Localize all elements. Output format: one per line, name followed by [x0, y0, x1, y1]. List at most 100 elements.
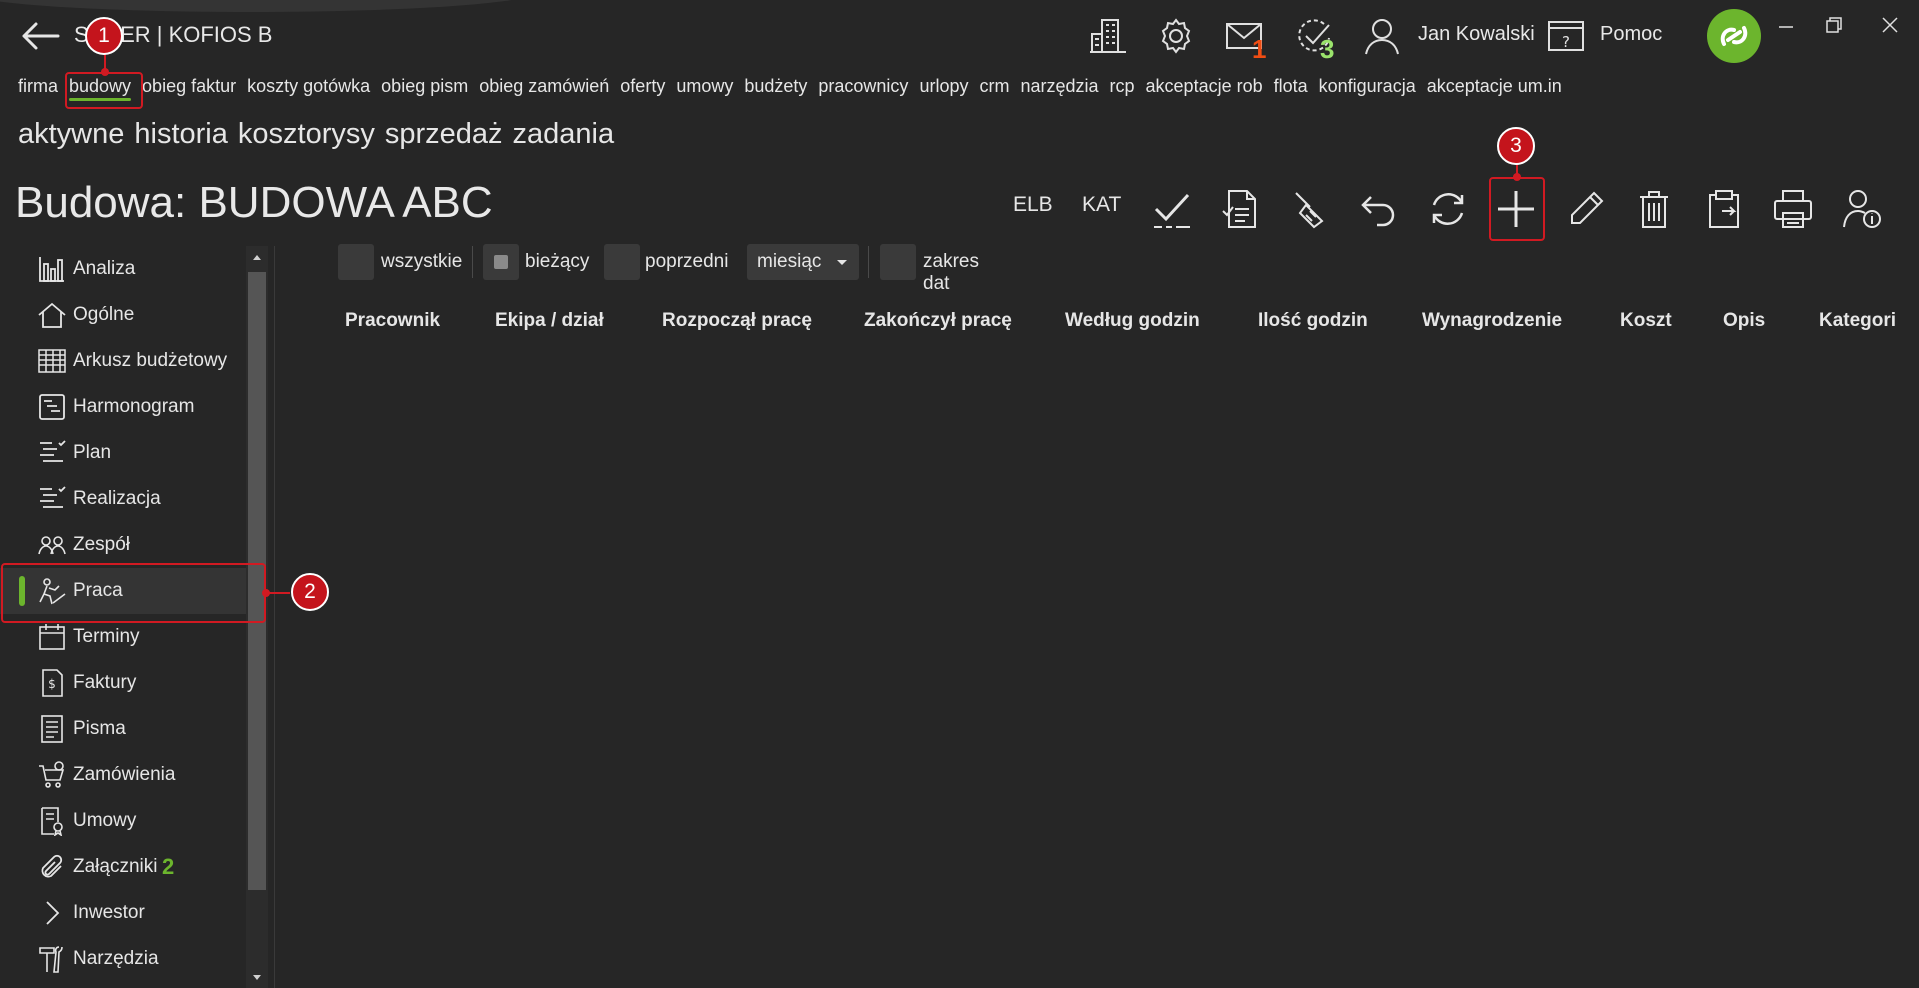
nav-pracownicy[interactable]: pracownicy: [818, 76, 908, 96]
paperclip-icon: [36, 851, 68, 883]
column-header-ekipa[interactable]: Ekipa / dział: [495, 310, 604, 332]
filter-range-checkbox[interactable]: [880, 244, 916, 280]
sidebar-item-ogolne[interactable]: Ogólne: [0, 292, 265, 338]
nav-obieg-zamowien[interactable]: obieg zamówień: [479, 76, 609, 96]
tab-sprzedaz[interactable]: sprzedaż: [385, 118, 503, 150]
nav-firma[interactable]: firma: [18, 76, 58, 96]
mail-icon[interactable]: 1: [1222, 14, 1266, 64]
nav-urlopy[interactable]: urlopy: [919, 76, 968, 96]
kat-button[interactable]: KAT: [1082, 193, 1121, 217]
user-name[interactable]: Jan Kowalski: [1418, 23, 1535, 46]
tools-icon: [36, 943, 68, 975]
column-header-pracownik[interactable]: Pracownik: [345, 310, 440, 332]
column-header-wynagrodzenie[interactable]: Wynagrodzenie: [1422, 310, 1562, 332]
delete-trash-icon[interactable]: [1630, 185, 1678, 233]
checklist-icon: [36, 483, 68, 515]
sidebar-item-faktury[interactable]: $ Faktury: [0, 660, 265, 706]
sidebar-item-label: Arkusz budżetowy: [73, 350, 228, 371]
filter-current-checkbox[interactable]: [483, 244, 519, 280]
document-icon: [36, 713, 68, 745]
sidebar-item-label: Analiza: [73, 258, 136, 279]
sidebar-item-analiza[interactable]: Analiza: [0, 246, 265, 292]
broom-clear-icon[interactable]: [1286, 185, 1334, 233]
nav-umowy[interactable]: umowy: [676, 76, 733, 96]
filter-all-checkbox[interactable]: [338, 244, 374, 280]
column-header-opis[interactable]: Opis: [1723, 310, 1765, 332]
tab-aktywne[interactable]: aktywne: [18, 118, 124, 150]
nav-crm[interactable]: crm: [979, 76, 1009, 96]
close-icon[interactable]: [1870, 10, 1910, 40]
callout-connector-dot: [101, 68, 109, 76]
sidebar-item-arkusz-budzetowy[interactable]: Arkusz budżetowy: [0, 338, 265, 384]
sidebar-item-zamowienia[interactable]: Zamówienia: [0, 752, 265, 798]
sidebar-item-zalaczniki[interactable]: Załączniki 2: [0, 844, 265, 890]
sidebar-item-narzedzia[interactable]: Narzędzia: [0, 936, 265, 982]
nav-akceptacje-um-in[interactable]: akceptacje um.in: [1427, 76, 1562, 96]
tasks-check-icon[interactable]: 3: [1292, 14, 1336, 64]
nav-narzedzia[interactable]: narzędzia: [1020, 76, 1098, 96]
nav-koszty-gotowka[interactable]: koszty gotówka: [247, 76, 370, 96]
callout-connector-dot: [1513, 173, 1521, 181]
sidebar-item-realizacja[interactable]: Realizacja: [0, 476, 265, 522]
help-label[interactable]: Pomoc: [1600, 23, 1662, 46]
sidebar-item-label: Plan: [73, 442, 112, 463]
nav-flota[interactable]: flota: [1274, 76, 1308, 96]
nav-oferty[interactable]: oferty: [620, 76, 665, 96]
calendar-icon: [36, 621, 68, 653]
sidebar-item-label: Inwestor: [73, 902, 145, 923]
column-header-rozpoczal[interactable]: Rozpoczął pracę: [662, 310, 812, 332]
sidebar-item-label: Umowy: [73, 810, 137, 831]
column-header-wedlug-godzin[interactable]: Według godzin: [1065, 310, 1200, 332]
settings-gear-icon[interactable]: [1154, 14, 1198, 58]
tab-kosztorysy[interactable]: kosztorysy: [238, 118, 375, 150]
print-icon[interactable]: [1769, 185, 1817, 233]
clipboard-paste-icon[interactable]: [1700, 185, 1748, 233]
sidebar-item-zespol[interactable]: Zespół: [0, 522, 265, 568]
nav-obieg-pism[interactable]: obieg pism: [381, 76, 468, 96]
tab-zadania[interactable]: zadania: [513, 118, 615, 150]
sidebar-item-label: Realizacja: [73, 488, 161, 509]
filter-previous-checkbox[interactable]: [604, 244, 640, 280]
period-select[interactable]: miesiąc: [747, 244, 859, 280]
nav-rcp[interactable]: rcp: [1110, 76, 1135, 96]
sidebar-item-label: Faktury: [73, 672, 137, 693]
sidebar-item-pisma[interactable]: Pisma: [0, 706, 265, 752]
sidebar-item-inwestor[interactable]: Inwestor: [0, 890, 265, 936]
schedule-icon: [36, 391, 68, 423]
nav-akceptacje-rob[interactable]: akceptacje rob: [1146, 76, 1263, 96]
highlight-box-add: [1489, 177, 1545, 241]
page-title: Budowa: BUDOWA ABC: [15, 178, 493, 227]
approve-check-icon[interactable]: [1148, 185, 1196, 233]
tab-historia[interactable]: historia: [134, 118, 228, 150]
building-icon[interactable]: [1086, 14, 1130, 58]
callout-badge-1: 1: [85, 17, 123, 55]
sidebar-item-label: Załączniki: [73, 856, 158, 877]
sidebar-item-label: Pisma: [73, 718, 126, 739]
sidebar-item-plan[interactable]: Plan: [0, 430, 265, 476]
back-arrow-icon[interactable]: [18, 18, 62, 54]
nav-obieg-faktur[interactable]: obieg faktur: [142, 76, 236, 96]
refresh-icon[interactable]: [1424, 185, 1472, 233]
help-icon[interactable]: ?: [1544, 14, 1588, 58]
user-icon[interactable]: [1360, 14, 1404, 58]
undo-icon[interactable]: [1355, 185, 1403, 233]
minimize-icon[interactable]: [1766, 10, 1806, 40]
column-header-koszt[interactable]: Koszt: [1620, 310, 1672, 332]
elb-button[interactable]: ELB: [1013, 193, 1053, 217]
sidebar-item-label: Terminy: [73, 626, 140, 647]
edit-pencil-icon[interactable]: [1562, 185, 1610, 233]
attachments-count-badge: 2: [162, 854, 175, 879]
sidebar-item-harmonogram[interactable]: Harmonogram: [0, 384, 265, 430]
restore-icon[interactable]: [1814, 10, 1854, 40]
column-header-zakonczyl[interactable]: Zakończył pracę: [864, 310, 1012, 332]
sidebar-item-label: Harmonogram: [73, 396, 195, 417]
nav-konfiguracja[interactable]: konfiguracja: [1319, 76, 1416, 96]
sub-nav: aktywne historia kosztorysy sprzedaż zadania: [18, 118, 624, 151]
document-check-icon[interactable]: [1217, 185, 1265, 233]
column-header-kategoria[interactable]: Kategori: [1819, 310, 1896, 332]
sidebar-item-umowy[interactable]: Umowy: [0, 798, 265, 844]
column-header-ilosc-godzin[interactable]: Ilość godzin: [1258, 310, 1368, 332]
nav-budzety[interactable]: budżety: [744, 76, 807, 96]
sidebar-item-label: Zespół: [73, 534, 131, 555]
user-info-icon[interactable]: [1838, 185, 1886, 233]
